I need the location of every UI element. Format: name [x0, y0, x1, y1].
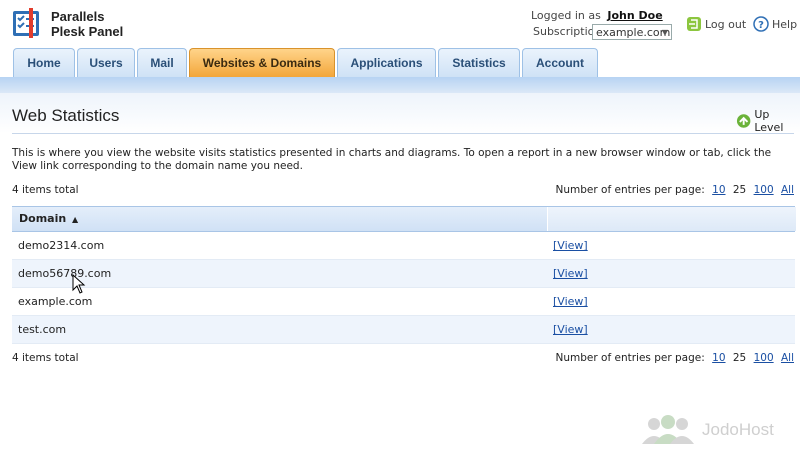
entries-per-page-bottom: Number of entries per page: 10 25 100 Al…	[556, 352, 794, 364]
column-domain-sort[interactable]: Domain ▲	[12, 207, 546, 231]
tab-home[interactable]: Home	[13, 48, 75, 77]
per-page-100-link[interactable]: 100	[754, 352, 774, 364]
per-page-100-link[interactable]: 100	[754, 184, 774, 196]
plesk-logo-icon	[13, 8, 39, 38]
domains-table: Domain ▲ demo2314.com [View] demo56789.c…	[12, 206, 796, 344]
header: Parallels Plesk Panel Logged in as John …	[0, 0, 800, 48]
tab-statistics[interactable]: Statistics	[438, 48, 520, 77]
page-description: This is where you view the website visit…	[12, 147, 772, 172]
help-button[interactable]: ? Help	[753, 16, 797, 32]
tab-websites-domains[interactable]: Websites & Domains	[189, 48, 335, 77]
entries-per-page-top: Number of entries per page: 10 25 100 Al…	[556, 184, 794, 196]
per-page-label: Number of entries per page:	[555, 184, 705, 196]
mouse-cursor-icon	[72, 274, 86, 294]
view-link[interactable]: [View]	[553, 260, 588, 287]
sort-ascending-icon: ▲	[72, 215, 79, 224]
per-page-current: 25	[732, 184, 747, 196]
content-background	[0, 93, 800, 133]
brand-name: Parallels Plesk Panel	[51, 9, 124, 39]
view-link[interactable]: [View]	[553, 288, 588, 315]
tab-mail[interactable]: Mail	[137, 48, 187, 77]
column-actions	[547, 207, 796, 231]
subscription-select[interactable]: example.com ▼	[592, 24, 672, 40]
domain-cell: demo2314.com	[18, 239, 105, 252]
per-page-10-link[interactable]: 10	[712, 184, 725, 196]
title-divider	[12, 133, 794, 134]
per-page-all-link[interactable]: All	[781, 352, 794, 364]
per-page-current: 25	[732, 352, 747, 364]
tab-applications[interactable]: Applications	[337, 48, 436, 77]
user-name-link[interactable]: John Doe	[607, 9, 662, 22]
tab-users[interactable]: Users	[77, 48, 135, 77]
logout-button[interactable]: Log out	[686, 16, 746, 32]
tab-underline-bar	[0, 77, 800, 93]
logged-in-label: Logged in as	[531, 9, 601, 22]
view-link[interactable]: [View]	[553, 316, 588, 343]
domain-cell: test.com	[18, 323, 67, 336]
table-header: Domain ▲	[12, 206, 796, 232]
page-title: Web Statistics	[12, 106, 120, 125]
per-page-10-link[interactable]: 10	[712, 352, 725, 364]
logout-icon	[687, 17, 701, 31]
chevron-down-icon: ▼	[661, 28, 668, 37]
help-icon: ?	[753, 16, 769, 32]
items-total-bottom: 4 items total	[12, 352, 79, 364]
people-icon	[642, 415, 694, 444]
table-row: demo56789.com [View]	[12, 260, 795, 288]
per-page-label: Number of entries per page:	[555, 352, 705, 364]
tab-account[interactable]: Account	[522, 48, 598, 77]
watermark: JodoHost	[640, 414, 774, 446]
up-level-link[interactable]: Up Level	[736, 108, 800, 134]
items-total-top: 4 items total	[12, 184, 79, 196]
login-info: Logged in as John Doe	[531, 9, 663, 22]
up-arrow-icon	[736, 114, 751, 128]
table-row: test.com [View]	[12, 316, 795, 344]
table-row: example.com [View]	[12, 288, 795, 316]
table-row: demo2314.com [View]	[12, 232, 795, 260]
svg-text:?: ?	[758, 20, 764, 31]
main-tabs: Home Users Mail Websites & Domains Appli…	[0, 48, 800, 79]
per-page-all-link[interactable]: All	[781, 184, 794, 196]
domain-cell: demo56789.com	[18, 267, 112, 280]
view-link[interactable]: [View]	[553, 232, 588, 259]
